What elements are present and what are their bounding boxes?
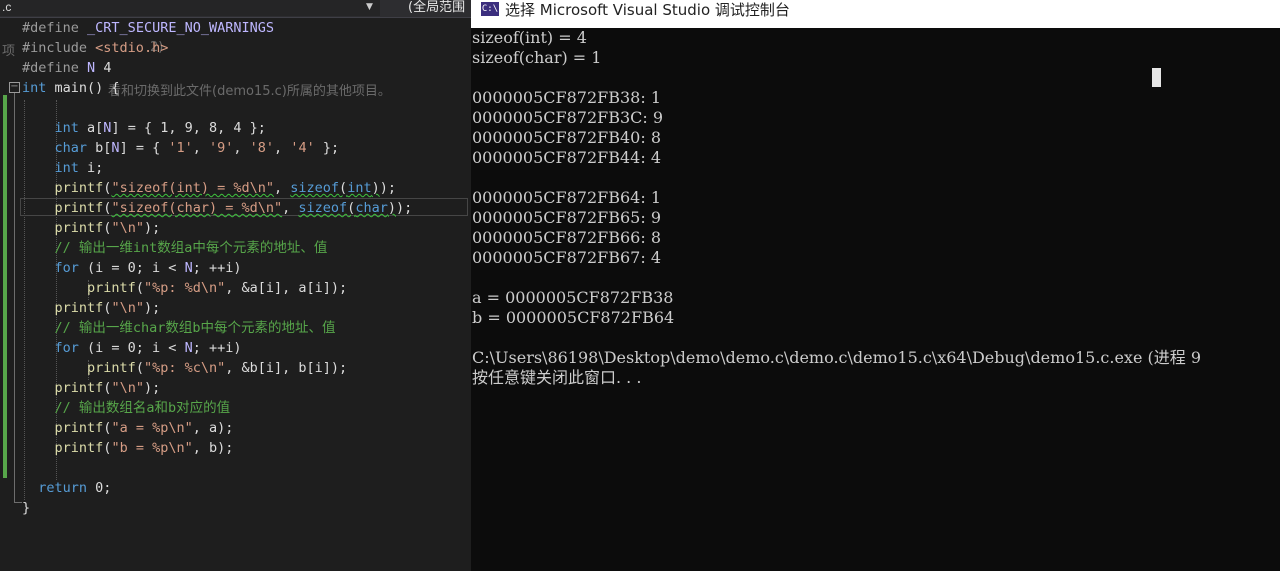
scope-dropdown[interactable]: (全局范围 <box>408 0 465 16</box>
change-tracking-bar <box>3 95 7 478</box>
console-cursor <box>1152 68 1161 87</box>
tooltip-text: 看和切换到此文件(demo15.c)所属的其他项目。 <box>108 84 391 99</box>
file-dropdown-label: .c <box>2 0 12 14</box>
line-printf-pb[interactable]: printf("b = %p\n", b); <box>22 438 234 458</box>
console-output-line: sizeof(char) = 1 <box>472 48 602 67</box>
line-printf-newline-2[interactable]: printf("\n"); <box>22 298 161 318</box>
collapse-icon[interactable]: − <box>9 82 20 93</box>
code-editor[interactable]: .c ▼ (全局范围 项 2) 看和切换到此文件(demo15.c)所属的其他项… <box>0 0 471 571</box>
line-close-brace[interactable]: } <box>22 498 30 518</box>
line-define-crt[interactable]: #define _CRT_SECURE_NO_WARNINGS <box>22 18 274 38</box>
console-output-line: 0000005CF872FB66: 8 <box>472 228 662 247</box>
line-comment-2[interactable]: // 输出一维char数组b中每个元素的地址、值 <box>22 318 336 338</box>
line-printf-sizeof-char[interactable]: printf("sizeof(char) = %d\n", sizeof(cha… <box>22 198 413 218</box>
fold-guide-end <box>14 502 22 503</box>
console-output-line: 0000005CF872FB64: 1 <box>472 188 662 207</box>
line-printf-a[interactable]: printf("%p: %d\n", &a[i], a[i]); <box>22 278 347 298</box>
line-printf-newline-3[interactable]: printf("\n"); <box>22 378 161 398</box>
chevron-down-icon: ▼ <box>366 2 373 12</box>
console-app-icon: C:\ <box>481 2 499 16</box>
line-include[interactable]: #include <stdio.h> <box>22 38 168 58</box>
console-output-line: 0000005CF872FB65: 9 <box>472 208 662 227</box>
file-dropdown[interactable]: .c ▼ <box>0 0 380 16</box>
line-printf-newline-1[interactable]: printf("\n"); <box>22 218 161 238</box>
console-window-title: 选择 Microsoft Visual Studio 调试控制台 <box>505 1 790 19</box>
tooltip-text: 项 <box>2 44 16 59</box>
line-printf-pa[interactable]: printf("a = %p\n", a); <box>22 418 234 438</box>
line-main[interactable]: int main() { <box>22 78 120 98</box>
console-output-line: b = 0000005CF872FB64 <box>472 308 675 327</box>
console-title-bar[interactable]: C:\ 选择 Microsoft Visual Studio 调试控制台 <box>471 0 1280 28</box>
fold-guide <box>14 93 15 503</box>
line-return[interactable]: return 0; <box>22 478 111 498</box>
editor-navigation-bar: .c ▼ (全局范围 <box>0 0 471 18</box>
line-comment-3[interactable]: // 输出数组名a和b对应的值 <box>22 398 231 418</box>
line-decl-i[interactable]: int i; <box>22 158 104 178</box>
line-for-1[interactable]: for (i = 0; i < N; ++i) <box>22 258 242 278</box>
console-output-line: sizeof(int) = 4 <box>472 28 587 47</box>
line-decl-b[interactable]: char b[N] = { '1', '9', '8', '4' }; <box>22 138 340 158</box>
console-output-line: C:\Users\86198\Desktop\demo\demo.c\demo.… <box>472 348 1202 367</box>
line-comment-1[interactable]: // 输出一维int数组a中每个元素的地址、值 <box>22 238 328 258</box>
console-output-line: 0000005CF872FB40: 8 <box>472 128 662 147</box>
line-printf-b[interactable]: printf("%p: %c\n", &b[i], b[i]); <box>22 358 347 378</box>
debug-console-window[interactable]: C:\ 选择 Microsoft Visual Studio 调试控制台 siz… <box>471 0 1280 571</box>
line-printf-sizeof-int[interactable]: printf("sizeof(int) = %d\n", sizeof(int)… <box>22 178 396 198</box>
line-for-2[interactable]: for (i = 0; i < N; ++i) <box>22 338 242 358</box>
console-output-line: 0000005CF872FB44: 4 <box>472 148 662 167</box>
line-decl-a[interactable]: int a[N] = { 1, 9, 8, 4 }; <box>22 118 266 138</box>
console-output-line: a = 0000005CF872FB38 <box>472 288 674 307</box>
console-output-line: 按任意键关闭此窗口. . . <box>472 368 642 387</box>
console-output-line: 0000005CF872FB3C: 9 <box>472 108 664 127</box>
console-output-line: 0000005CF872FB38: 1 <box>472 88 662 107</box>
line-define-n[interactable]: #define N 4 <box>22 58 111 78</box>
console-output-line: 0000005CF872FB67: 4 <box>472 248 662 267</box>
